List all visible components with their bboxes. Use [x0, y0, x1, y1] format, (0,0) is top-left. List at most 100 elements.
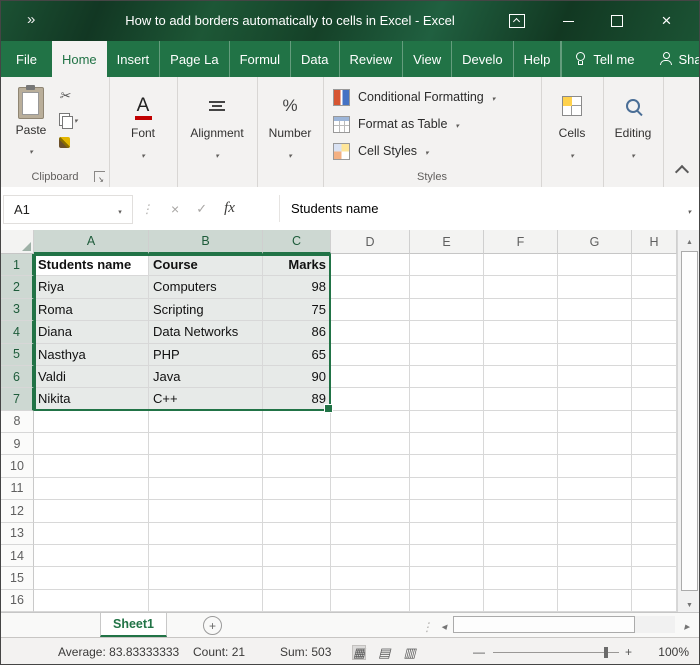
cell-E2[interactable] — [410, 276, 484, 298]
paste-button[interactable]: Paste — [9, 85, 53, 169]
cell-E13[interactable] — [410, 523, 484, 545]
cell-A3[interactable]: Roma — [34, 299, 149, 321]
col-header-D[interactable]: D — [331, 230, 410, 254]
row-header-8[interactable]: 8 — [1, 411, 34, 433]
cell-A16[interactable] — [34, 590, 149, 612]
cell-E9[interactable] — [410, 433, 484, 455]
cell-E4[interactable] — [410, 321, 484, 343]
scroll-left-button[interactable] — [437, 613, 451, 637]
row-header-7[interactable]: 7 — [1, 388, 34, 410]
cell-A1[interactable]: Students name — [34, 254, 149, 276]
cell-A4[interactable]: Diana — [34, 321, 149, 343]
cell-B4[interactable]: Data Networks — [149, 321, 263, 343]
tab-developer[interactable]: Develo — [452, 41, 513, 77]
cell-E5[interactable] — [410, 344, 484, 366]
share-button[interactable]: Share — [648, 41, 700, 77]
cell-B13[interactable] — [149, 523, 263, 545]
cell-C15[interactable] — [263, 567, 331, 589]
cell-F6[interactable] — [484, 366, 558, 388]
cell-F3[interactable] — [484, 299, 558, 321]
collapse-ribbon-chevron-icon[interactable] — [675, 165, 689, 179]
horizontal-scrollbar[interactable] — [453, 616, 675, 633]
tab-insert[interactable]: Insert — [107, 41, 161, 77]
cell-H1[interactable] — [632, 254, 677, 276]
cell-H16[interactable] — [632, 590, 677, 612]
cell-D5[interactable] — [331, 344, 410, 366]
cell-A11[interactable] — [34, 478, 149, 500]
select-all-corner[interactable] — [1, 230, 34, 254]
cell-C4[interactable]: 86 — [263, 321, 331, 343]
cell-D2[interactable] — [331, 276, 410, 298]
cell-G11[interactable] — [558, 478, 632, 500]
cell-D6[interactable] — [331, 366, 410, 388]
cell-D4[interactable] — [331, 321, 410, 343]
tell-me-box[interactable]: Tell me — [561, 41, 647, 77]
cell-G8[interactable] — [558, 411, 632, 433]
cell-F5[interactable] — [484, 344, 558, 366]
cell-G4[interactable] — [558, 321, 632, 343]
cell-G7[interactable] — [558, 388, 632, 410]
format-painter-button[interactable] — [59, 135, 78, 149]
row-header-13[interactable]: 13 — [1, 523, 34, 545]
cell-C7[interactable]: 89 — [263, 388, 331, 410]
tab-review[interactable]: Review — [340, 41, 404, 77]
clipboard-dialog-launcher[interactable] — [94, 171, 105, 182]
new-sheet-button[interactable]: + — [203, 616, 222, 635]
cell-D3[interactable] — [331, 299, 410, 321]
cell-F14[interactable] — [484, 545, 558, 567]
row-header-11[interactable]: 11 — [1, 478, 34, 500]
cell-E7[interactable] — [410, 388, 484, 410]
cell-styles-button[interactable]: Cell Styles — [333, 138, 429, 164]
cell-B9[interactable] — [149, 433, 263, 455]
cell-B3[interactable]: Scripting — [149, 299, 263, 321]
cell-C8[interactable] — [263, 411, 331, 433]
cell-A10[interactable] — [34, 455, 149, 477]
col-header-C[interactable]: C — [263, 230, 331, 254]
cell-H13[interactable] — [632, 523, 677, 545]
scroll-up-button[interactable] — [678, 230, 700, 249]
cell-H6[interactable] — [632, 366, 677, 388]
quick-access-toolbar-chevron[interactable]: » — [27, 11, 35, 28]
row-header-5[interactable]: 5 — [1, 344, 34, 366]
zoom-slider-thumb[interactable] — [604, 647, 608, 658]
page-break-preview-button[interactable] — [404, 646, 416, 659]
cut-button[interactable] — [59, 89, 78, 103]
cell-C16[interactable] — [263, 590, 331, 612]
cell-H12[interactable] — [632, 500, 677, 522]
cell-A12[interactable] — [34, 500, 149, 522]
cell-A13[interactable] — [34, 523, 149, 545]
cell-G9[interactable] — [558, 433, 632, 455]
conditional-formatting-button[interactable]: Conditional Formatting — [333, 84, 495, 110]
cell-B14[interactable] — [149, 545, 263, 567]
cell-H11[interactable] — [632, 478, 677, 500]
cell-F13[interactable] — [484, 523, 558, 545]
cell-D1[interactable] — [331, 254, 410, 276]
cell-C3[interactable]: 75 — [263, 299, 331, 321]
cell-F7[interactable] — [484, 388, 558, 410]
cell-G6[interactable] — [558, 366, 632, 388]
tab-view[interactable]: View — [403, 41, 452, 77]
cell-C6[interactable]: 90 — [263, 366, 331, 388]
cell-H14[interactable] — [632, 545, 677, 567]
maximize-button[interactable] — [594, 1, 639, 41]
cell-C1[interactable]: Marks — [263, 254, 331, 276]
cancel-button[interactable]: × — [171, 201, 179, 217]
cell-E14[interactable] — [410, 545, 484, 567]
row-header-4[interactable]: 4 — [1, 321, 34, 343]
cell-F16[interactable] — [484, 590, 558, 612]
cell-F9[interactable] — [484, 433, 558, 455]
tab-data[interactable]: Data — [291, 41, 339, 77]
cell-B2[interactable]: Computers — [149, 276, 263, 298]
normal-view-button[interactable] — [353, 646, 365, 659]
cell-E10[interactable] — [410, 455, 484, 477]
tab-file[interactable]: File — [1, 41, 52, 77]
formula-input[interactable]: Students name — [291, 195, 378, 222]
format-as-table-button[interactable]: Format as Table — [333, 111, 459, 137]
row-header-2[interactable]: 2 — [1, 276, 34, 298]
cell-E1[interactable] — [410, 254, 484, 276]
row-header-16[interactable]: 16 — [1, 590, 34, 612]
cell-G13[interactable] — [558, 523, 632, 545]
close-button[interactable]: × — [644, 1, 689, 41]
cell-E16[interactable] — [410, 590, 484, 612]
cell-E15[interactable] — [410, 567, 484, 589]
